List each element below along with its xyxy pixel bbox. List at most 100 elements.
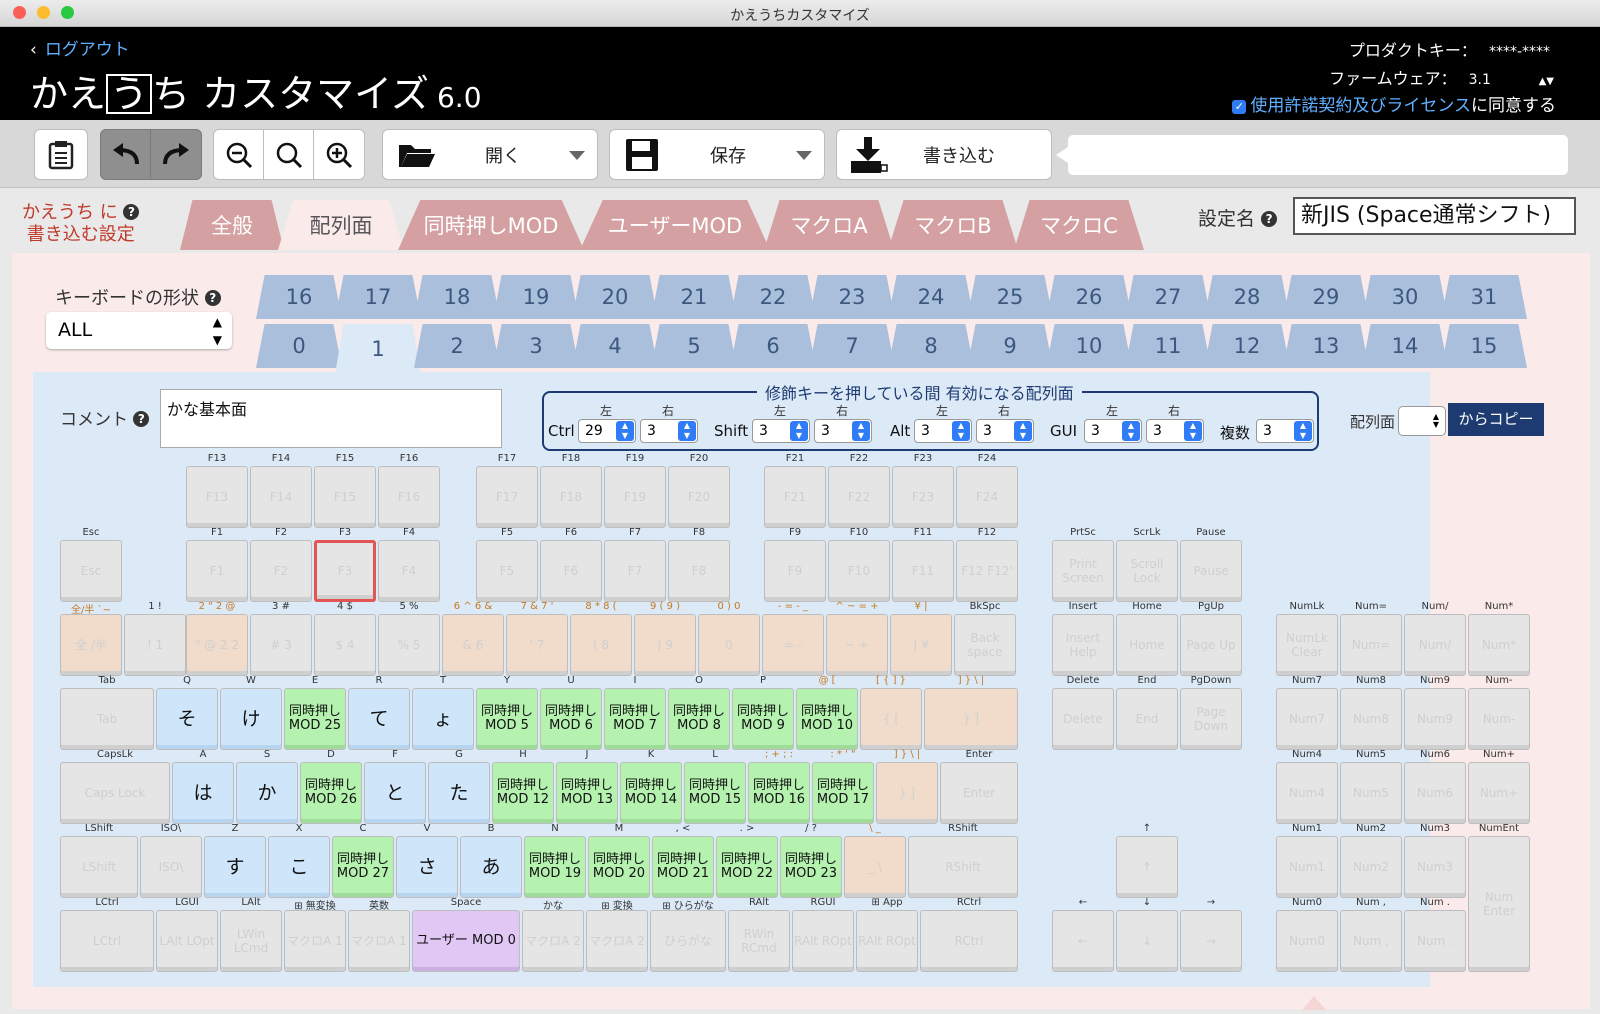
help-icon[interactable]: ? [204, 290, 221, 306]
key[interactable]: F14 [250, 466, 312, 528]
keyboard-shape-select[interactable]: ALL ▲ ▼ [46, 312, 232, 349]
key[interactable]: 同時押し MOD 21 [652, 836, 714, 898]
key[interactable]: F20 [668, 466, 730, 528]
key[interactable]: F16 [378, 466, 440, 528]
key[interactable]: 同時押し MOD 25 [284, 688, 346, 750]
key[interactable]: ) 9 [634, 614, 696, 676]
key[interactable]: Print Screen [1052, 540, 1114, 602]
key[interactable]: ! 1 [124, 614, 186, 676]
tab-2[interactable]: 配列面 [278, 200, 404, 250]
key[interactable]: ' 7 [506, 614, 568, 676]
key[interactable]: Num8 [1340, 688, 1402, 750]
key[interactable]: Num . [1404, 910, 1466, 972]
checkbox-checked-icon[interactable]: ✓ [1232, 100, 1247, 114]
key[interactable]: Num= [1340, 614, 1402, 676]
zoom-in-button[interactable] [313, 129, 365, 180]
layer-tab-27[interactable]: 27 [1125, 275, 1211, 319]
key[interactable]: RCtrl [920, 910, 1018, 972]
layer-tab-16[interactable]: 16 [256, 275, 342, 319]
key[interactable]: マクロA 2 [586, 910, 648, 972]
key[interactable]: F24 [956, 466, 1018, 528]
key[interactable]: 同時押し MOD 27 [332, 836, 394, 898]
key[interactable]: F3 [314, 540, 376, 602]
key[interactable]: Pause [1180, 540, 1242, 602]
layer-tab-2[interactable]: 2 [414, 324, 500, 368]
key[interactable]: Num3 [1404, 836, 1466, 898]
key[interactable]: 同時押し MOD 6 [540, 688, 602, 750]
gui-right-select[interactable]: 3 ▲ ▼ [1146, 419, 1204, 443]
layer-tab-8[interactable]: 8 [888, 324, 974, 368]
key[interactable]: 同時押し MOD 22 [716, 836, 778, 898]
layer-tab-19[interactable]: 19 [493, 275, 579, 319]
key[interactable]: マクロA 1 [284, 910, 346, 972]
key[interactable]: て [348, 688, 410, 750]
key[interactable]: F23 [892, 466, 954, 528]
ctrl-left-select[interactable]: 29 ▲ ▼ [578, 419, 636, 443]
layer-tab-30[interactable]: 30 [1362, 275, 1448, 319]
key[interactable]: 同時押し MOD 14 [620, 762, 682, 824]
key[interactable]: Num9 [1404, 688, 1466, 750]
key[interactable]: ↑ [1116, 836, 1178, 898]
key[interactable]: F22 [828, 466, 890, 528]
key[interactable]: % 5 [378, 614, 440, 676]
key[interactable]: 同時押し MOD 8 [668, 688, 730, 750]
undo-button[interactable] [100, 129, 152, 180]
layer-tab-26[interactable]: 26 [1046, 275, 1132, 319]
key[interactable]: Caps Lock [60, 762, 170, 824]
key[interactable]: F9 [764, 540, 826, 602]
key[interactable]: け [220, 688, 282, 750]
key[interactable]: 同時押し MOD 15 [684, 762, 746, 824]
gui-left-select[interactable]: 3 ▲ ▼ [1084, 419, 1142, 443]
layer-tab-28[interactable]: 28 [1204, 275, 1290, 319]
key[interactable]: 同時押し MOD 5 [476, 688, 538, 750]
key[interactable]: | ¥ [890, 614, 952, 676]
key[interactable]: Delete [1052, 688, 1114, 750]
layer-tab-14[interactable]: 14 [1362, 324, 1448, 368]
layer-tab-25[interactable]: 25 [967, 275, 1053, 319]
key[interactable]: Num Enter [1468, 836, 1530, 972]
key[interactable]: NumLk Clear [1276, 614, 1338, 676]
key[interactable]: Insert Help [1052, 614, 1114, 676]
tab-5[interactable]: マクロA [764, 200, 894, 250]
key[interactable]: $ 4 [314, 614, 376, 676]
alt-left-select[interactable]: 3 ▲ ▼ [914, 419, 972, 443]
key[interactable]: Scroll Lock [1116, 540, 1178, 602]
key[interactable]: F15 [314, 466, 376, 528]
setting-name-input[interactable]: 新JIS (Space通常シフト) [1293, 197, 1576, 235]
key[interactable]: RShift [908, 836, 1018, 898]
key[interactable]: " @ 2 2 [186, 614, 248, 676]
layer-tab-18[interactable]: 18 [414, 275, 500, 319]
license-agreement[interactable]: ✓ 使用許諾契約及びライセンスに同意する [1232, 91, 1556, 116]
key[interactable]: ( 8 [570, 614, 632, 676]
logout-link[interactable]: ‹ ログアウト [30, 35, 130, 60]
alt-right-select[interactable]: 3 ▲ ▼ [976, 419, 1034, 443]
key[interactable]: Page Down [1180, 688, 1242, 750]
zoom-out-button[interactable] [213, 129, 265, 180]
layer-tab-7[interactable]: 7 [809, 324, 895, 368]
key[interactable]: Esc [60, 540, 122, 602]
key[interactable]: 同時押し MOD 16 [748, 762, 810, 824]
key[interactable]: マクロA 1 [348, 910, 410, 972]
key[interactable]: ユーザー MOD 0 [412, 910, 520, 972]
layer-tab-23[interactable]: 23 [809, 275, 895, 319]
write-button[interactable]: 書き込む [836, 129, 1052, 180]
key[interactable]: た [428, 762, 490, 824]
key[interactable]: 同時押し MOD 20 [588, 836, 650, 898]
key[interactable]: # 3 [250, 614, 312, 676]
copy-layer-select[interactable]: ▲ ▼ [1398, 406, 1446, 436]
key[interactable]: ← [1052, 910, 1114, 972]
key[interactable]: Page Up [1180, 614, 1242, 676]
layer-tab-5[interactable]: 5 [651, 324, 737, 368]
key[interactable]: F8 [668, 540, 730, 602]
key[interactable]: Num+ [1468, 762, 1530, 824]
help-icon[interactable]: ? [133, 411, 150, 427]
layer-tab-21[interactable]: 21 [651, 275, 737, 319]
key[interactable]: 全 /半 [60, 614, 122, 676]
key[interactable]: 同時押し MOD 17 [812, 762, 874, 824]
key[interactable]: F7 [604, 540, 666, 602]
key[interactable]: 同時押し MOD 19 [524, 836, 586, 898]
key[interactable]: Num1 [1276, 836, 1338, 898]
key[interactable]: F21 [764, 466, 826, 528]
layer-tab-9[interactable]: 9 [967, 324, 1053, 368]
key[interactable]: Num- [1468, 688, 1530, 750]
